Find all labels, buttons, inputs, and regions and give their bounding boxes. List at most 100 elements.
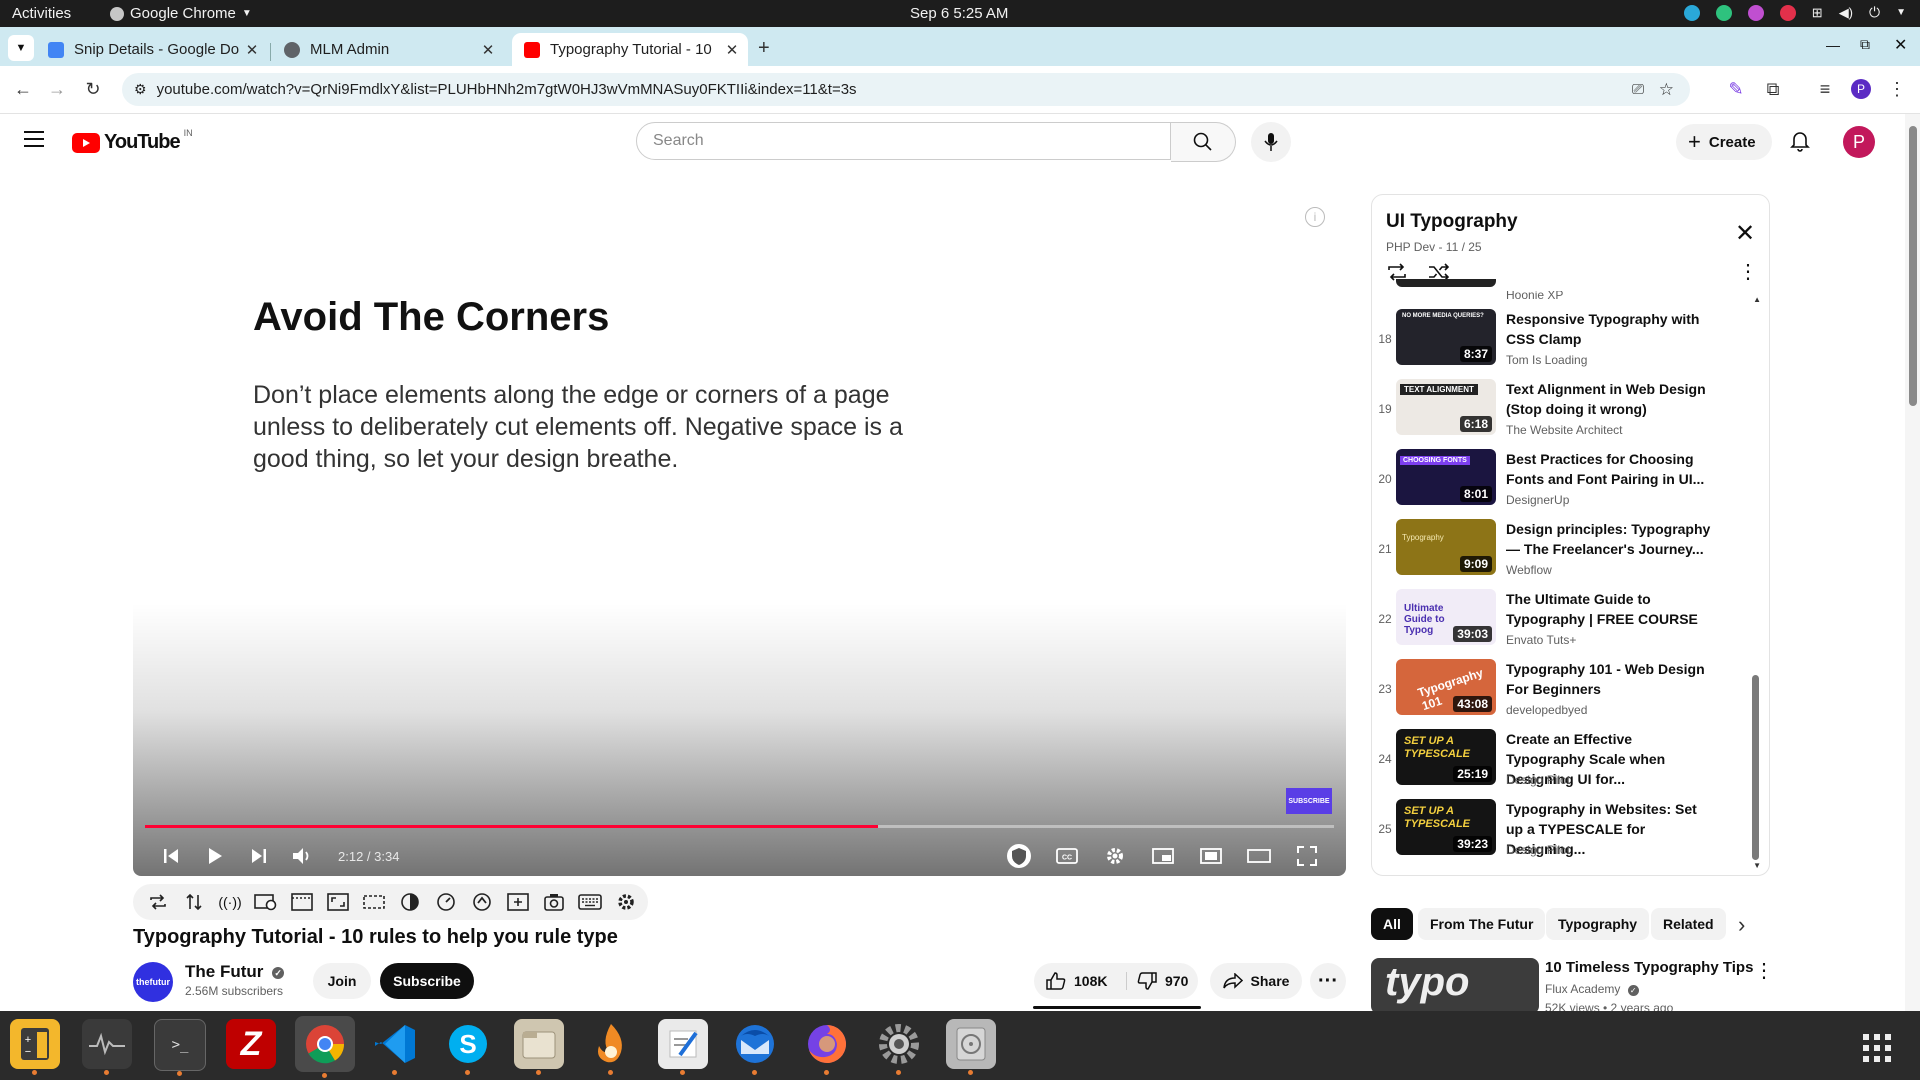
chip-typography[interactable]: Typography (1546, 908, 1650, 940)
settings-app-icon[interactable] (874, 1019, 924, 1075)
close-tab-icon[interactable]: ✕ (242, 41, 262, 59)
media-queue-icon[interactable]: ≡ (1814, 78, 1836, 100)
tray-recorder-icon[interactable] (1779, 4, 1796, 21)
new-tab-button[interactable]: + (758, 37, 770, 60)
screenshot-view-icon[interactable] (253, 891, 279, 913)
item-thumbnail[interactable]: SET UP A TYPESCALE 25:19 (1396, 729, 1496, 785)
progress-bar[interactable] (145, 825, 1334, 828)
item-title[interactable]: Design principles: Typography — The Free… (1506, 519, 1711, 559)
reload-icon[interactable]: ↻ (82, 78, 104, 100)
playlist-item[interactable]: 19 TEXT ALIGNMENT 6:18 Text Alignment in… (1372, 379, 1752, 449)
sort-arrows-icon[interactable] (181, 891, 207, 913)
item-thumbnail[interactable]: CHOOSING FONTS 8:01 (1396, 449, 1496, 505)
item-thumbnail[interactable]: Typography 101 43:08 (1396, 659, 1496, 715)
text-editor-app-icon[interactable] (658, 1019, 708, 1075)
window-minimize-button[interactable]: — (1826, 37, 1840, 53)
calculator-app-icon[interactable]: + − (10, 1019, 60, 1075)
playlist-title[interactable]: UI Typography (1386, 211, 1518, 233)
subscribe-button[interactable]: Subscribe (380, 963, 474, 999)
miniplayer-button[interactable] (1145, 838, 1181, 874)
loop-icon[interactable] (145, 891, 171, 913)
network-icon[interactable]: ⊞ (1812, 5, 1823, 21)
filezilla-app-icon[interactable]: Z (226, 1019, 276, 1069)
tray-color-picker-icon[interactable] (1747, 4, 1764, 21)
tab-snip-details[interactable]: Snip Details - Google Do ✕ (36, 33, 268, 66)
window-maximize-button[interactable]: ⧉ (1860, 36, 1870, 53)
aspect-ratio-icon[interactable] (325, 891, 351, 913)
playlist-item[interactable]: 24 SET UP A TYPESCALE 25:19 Create an Ef… (1372, 729, 1752, 799)
clock[interactable]: Sep 6 5:25 AM (910, 5, 1008, 22)
close-tab-icon[interactable]: ✕ (478, 41, 498, 59)
chips-next-arrow-icon[interactable]: › (1738, 912, 1745, 938)
channel-name[interactable]: The Futur ✓ (185, 962, 285, 982)
color-filter-icon[interactable] (397, 891, 423, 913)
playlist-item[interactable]: 23 Typography 101 43:08 Typography 101 -… (1372, 659, 1752, 729)
theater-mode-button[interactable] (1241, 838, 1277, 874)
playlist-item[interactable]: 22 Ultimate Guide to Typog 39:03 The Ult… (1372, 589, 1752, 659)
join-button[interactable]: Join (313, 963, 371, 999)
system-monitor-app-icon[interactable] (82, 1019, 132, 1075)
recommendation-channel[interactable]: Flux Academy ✓ (1545, 982, 1639, 996)
forward-icon[interactable]: → (46, 78, 68, 100)
files-app-icon[interactable] (514, 1019, 564, 1075)
partial-item-thumb[interactable] (1396, 279, 1496, 287)
recommendation-thumbnail[interactable]: typo (1371, 958, 1539, 1014)
address-bar[interactable]: ⚙ youtube.com/watch?v=QrNi9FmdlxY&list=P… (122, 73, 1690, 106)
page-scrollbar-thumb[interactable] (1909, 126, 1917, 406)
fullscreen-button[interactable] (1289, 838, 1325, 874)
search-button[interactable] (1171, 122, 1236, 162)
item-title[interactable]: Text Alignment in Web Design (Stop doing… (1506, 379, 1711, 419)
playlist-scrollbar[interactable] (1752, 675, 1759, 860)
playlist-item[interactable]: 20 CHOOSING FONTS 8:01 Best Practices fo… (1372, 449, 1752, 519)
speed-boost-icon[interactable] (469, 891, 495, 913)
hamburger-menu-icon[interactable] (24, 131, 44, 147)
close-playlist-icon[interactable]: ✕ (1735, 219, 1755, 248)
tab-typography-tutorial[interactable]: Typography Tutorial - 10 ✕ (512, 33, 748, 66)
vscode-app-icon[interactable] (370, 1019, 420, 1075)
disks-app-icon[interactable] (946, 1019, 996, 1075)
chrome-app-icon[interactable] (295, 1016, 355, 1078)
film-strip-icon[interactable] (289, 891, 315, 913)
playlist-item[interactable]: 18 NO MORE MEDIA QUERIES? 8:37 Responsiv… (1372, 309, 1752, 379)
crop-frame-icon[interactable] (361, 891, 387, 913)
notifications-bell-icon[interactable] (1790, 130, 1810, 152)
chevron-down-icon[interactable]: ▼ (1896, 7, 1906, 18)
camera-icon[interactable] (541, 891, 567, 913)
profile-avatar[interactable]: P (1850, 78, 1872, 100)
item-title[interactable]: The Ultimate Guide to Typography | FREE … (1506, 589, 1711, 629)
bookmark-star-icon[interactable]: ☆ (1659, 80, 1674, 100)
extensions-puzzle-icon[interactable]: ⧉ (1762, 78, 1784, 100)
recommendation-title[interactable]: 10 Timeless Typography Tips (1545, 959, 1753, 976)
close-tab-icon[interactable]: ✕ (722, 41, 742, 59)
app-menu[interactable]: Google Chrome ▼ (110, 5, 252, 22)
next-video-button[interactable] (241, 838, 277, 874)
extension-pen-icon[interactable]: ✎ (1725, 78, 1747, 100)
thunderbird-app-icon[interactable] (730, 1019, 780, 1075)
tab-search-button[interactable]: ▼ (8, 35, 34, 61)
previous-video-button[interactable] (153, 838, 189, 874)
search-input[interactable]: Search (636, 122, 1171, 160)
youtube-logo[interactable]: YouTube IN (72, 128, 193, 154)
broadcast-icon[interactable]: ((·)) (217, 891, 243, 913)
playlist-menu-icon[interactable]: ⋮ (1738, 259, 1758, 284)
more-actions-button[interactable]: ··· (1310, 963, 1346, 999)
skype-app-icon[interactable]: S (443, 1019, 493, 1075)
page-scrollbar[interactable] (1905, 114, 1920, 1011)
channel-avatar[interactable]: thefutur (133, 962, 173, 1002)
item-title[interactable]: Responsive Typography with CSS Clamp (1506, 309, 1711, 349)
install-app-icon[interactable]: ⎚ (1632, 81, 1644, 98)
chip-from-the-futur[interactable]: From The Futur (1418, 908, 1546, 940)
picture-in-picture-button[interactable] (1193, 838, 1229, 874)
system-tray[interactable]: ⊞ ◀) ⏻ ▼ (1683, 4, 1906, 21)
share-button[interactable]: Share (1210, 963, 1302, 999)
extension-settings-gear-icon[interactable] (613, 891, 639, 913)
playlist-item[interactable]: 25 SET UP A TYPESCALE 39:23 Typography i… (1372, 799, 1752, 869)
firefox-app-icon[interactable] (802, 1019, 852, 1075)
tray-app-icon[interactable] (1683, 4, 1700, 21)
voice-search-button[interactable] (1251, 122, 1291, 162)
playlist-item[interactable]: 21 Typography 9:09 Design principles: Ty… (1372, 519, 1752, 589)
url-text[interactable]: youtube.com/watch?v=QrNi9FmdlxY&list=PLU… (157, 81, 857, 98)
like-button[interactable]: 108K (1034, 972, 1127, 990)
settings-button[interactable] (1097, 838, 1133, 874)
item-thumbnail[interactable]: SET UP A TYPESCALE 39:23 (1396, 799, 1496, 855)
